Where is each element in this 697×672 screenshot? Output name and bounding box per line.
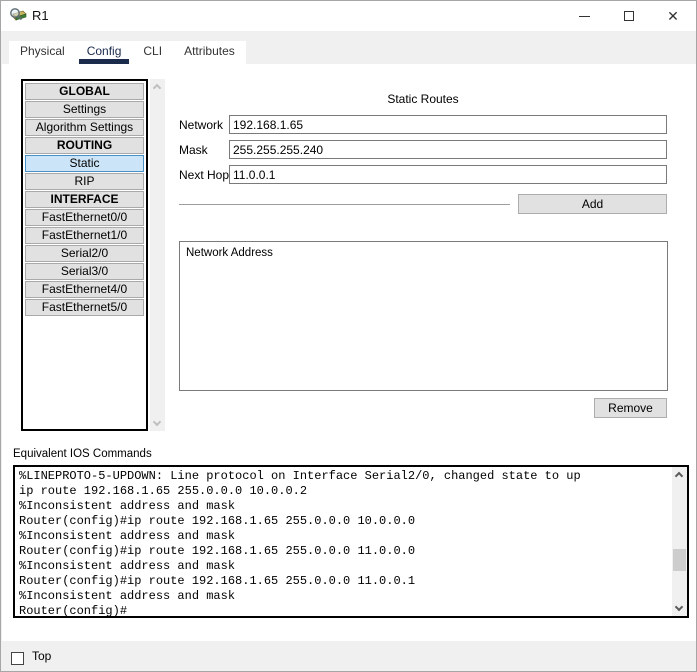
mask-input[interactable] [229,140,667,159]
maximize-button[interactable] [609,1,649,31]
form-separator [179,204,510,205]
close-button[interactable]: ✕ [653,1,693,31]
network-input[interactable] [229,115,667,134]
title-bar: R1 ✕ [1,1,696,31]
tab-config[interactable]: Config [76,41,133,64]
sidebar-item-settings[interactable]: Settings [25,101,144,118]
top-checkbox[interactable] [11,652,24,665]
terminal-scrollbar[interactable] [672,467,687,616]
footer-bar: Top [1,641,696,671]
scroll-up-icon[interactable] [674,471,684,481]
route-list-header: Network Address [186,247,273,259]
tab-cli[interactable]: CLI [132,41,173,64]
ios-terminal[interactable]: %LINEPROTO-5-UPDOWN: Line protocol on In… [13,465,689,618]
next-hop-input[interactable] [229,165,667,184]
tab-bar: Physical Config CLI Attributes [9,41,246,64]
scroll-up-icon[interactable] [152,83,162,93]
maximize-icon [624,11,634,21]
tab-attributes[interactable]: Attributes [173,41,246,64]
sidebar-item-routing[interactable]: ROUTING [25,137,144,154]
minimize-button[interactable] [564,1,604,31]
scroll-down-icon[interactable] [674,602,684,612]
sidebar-item-fastethernet0-0[interactable]: FastEthernet0/0 [25,209,144,226]
sidebar-item-static[interactable]: Static [25,155,144,172]
sidebar-item-fastethernet5-0[interactable]: FastEthernet5/0 [25,299,144,316]
scroll-down-icon[interactable] [152,417,162,427]
sidebar-item-global[interactable]: GLOBAL [25,83,144,100]
add-button[interactable]: Add [518,194,667,214]
next-hop-label: Next Hop [179,168,230,182]
minimize-icon [578,15,590,17]
remove-button[interactable]: Remove [594,398,667,418]
route-list[interactable]: Network Address [179,241,668,391]
ios-commands-label: Equivalent IOS Commands [13,448,152,460]
network-label: Network [179,118,224,132]
router-magnifier-icon [10,8,27,21]
window-title: R1 [32,8,49,23]
close-icon: ✕ [667,8,679,24]
ios-terminal-text: %LINEPROTO-5-UPDOWN: Line protocol on In… [19,469,581,616]
sidebar-item-interface[interactable]: INTERFACE [25,191,144,208]
sidebar-item-rip[interactable]: RIP [25,173,144,190]
sidebar-item-algorithm-settings[interactable]: Algorithm Settings [25,119,144,136]
sidebar-item-serial3-0[interactable]: Serial3/0 [25,263,144,280]
scrollbar-thumb[interactable] [673,549,686,571]
tab-physical[interactable]: Physical [9,41,76,64]
sidebar-item-fastethernet1-0[interactable]: FastEthernet1/0 [25,227,144,244]
static-routes-title: Static Routes [387,92,459,106]
mask-label: Mask [179,143,208,157]
top-checkbox-label: Top [32,649,52,663]
sidebar-scrollbar[interactable] [150,79,165,431]
sidebar-item-fastethernet4-0[interactable]: FastEthernet4/0 [25,281,144,298]
device-config-window: R1 ✕ Physical Config CLI Attributes GLOBAL S… [0,0,697,672]
config-sidebar: GLOBAL Settings Algorithm Settings ROUTING S… [21,79,148,431]
sidebar-item-serial2-0[interactable]: Serial2/0 [25,245,144,262]
